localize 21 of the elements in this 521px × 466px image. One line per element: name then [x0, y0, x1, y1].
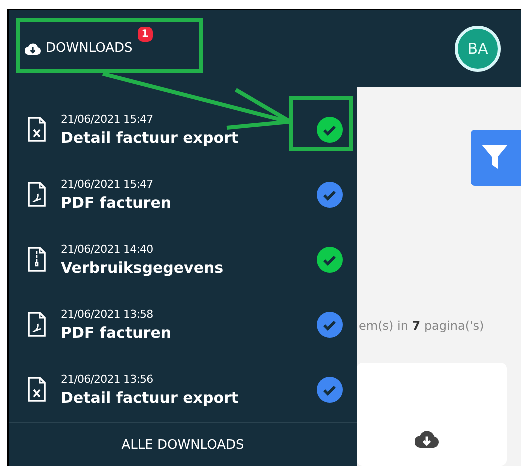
notification-badge: 1 — [138, 27, 153, 42]
filter-button[interactable] — [471, 130, 521, 186]
zip-file-icon — [27, 246, 47, 272]
download-date: 21/06/2021 15:47 — [61, 178, 154, 190]
pagination-text: em(s) in 7 pagina('s) — [359, 319, 486, 333]
download-name[interactable]: Verbruiksgegevens — [61, 258, 303, 276]
download-date: 21/06/2021 13:56 — [61, 372, 154, 386]
download-date: 21/06/2021 15:47 — [61, 112, 154, 126]
pdf-file-icon — [27, 312, 47, 338]
download-date: 21/06/2021 14:40 — [61, 242, 154, 256]
pdf-file-icon — [27, 182, 47, 208]
spreadsheet-file-icon — [27, 376, 47, 402]
cloud-download-icon[interactable] — [415, 430, 439, 448]
download-name[interactable]: Detail factuur export — [61, 388, 303, 406]
download-name[interactable]: PDF facturen — [61, 324, 303, 342]
highlight-box — [289, 96, 353, 151]
download-name[interactable]: PDF facturen — [61, 194, 303, 212]
spreadsheet-file-icon — [27, 116, 47, 142]
download-name[interactable]: Detail factuur export — [61, 128, 303, 146]
download-date: 21/06/2021 13:58 — [61, 308, 154, 320]
cloud-download-icon — [25, 42, 41, 54]
